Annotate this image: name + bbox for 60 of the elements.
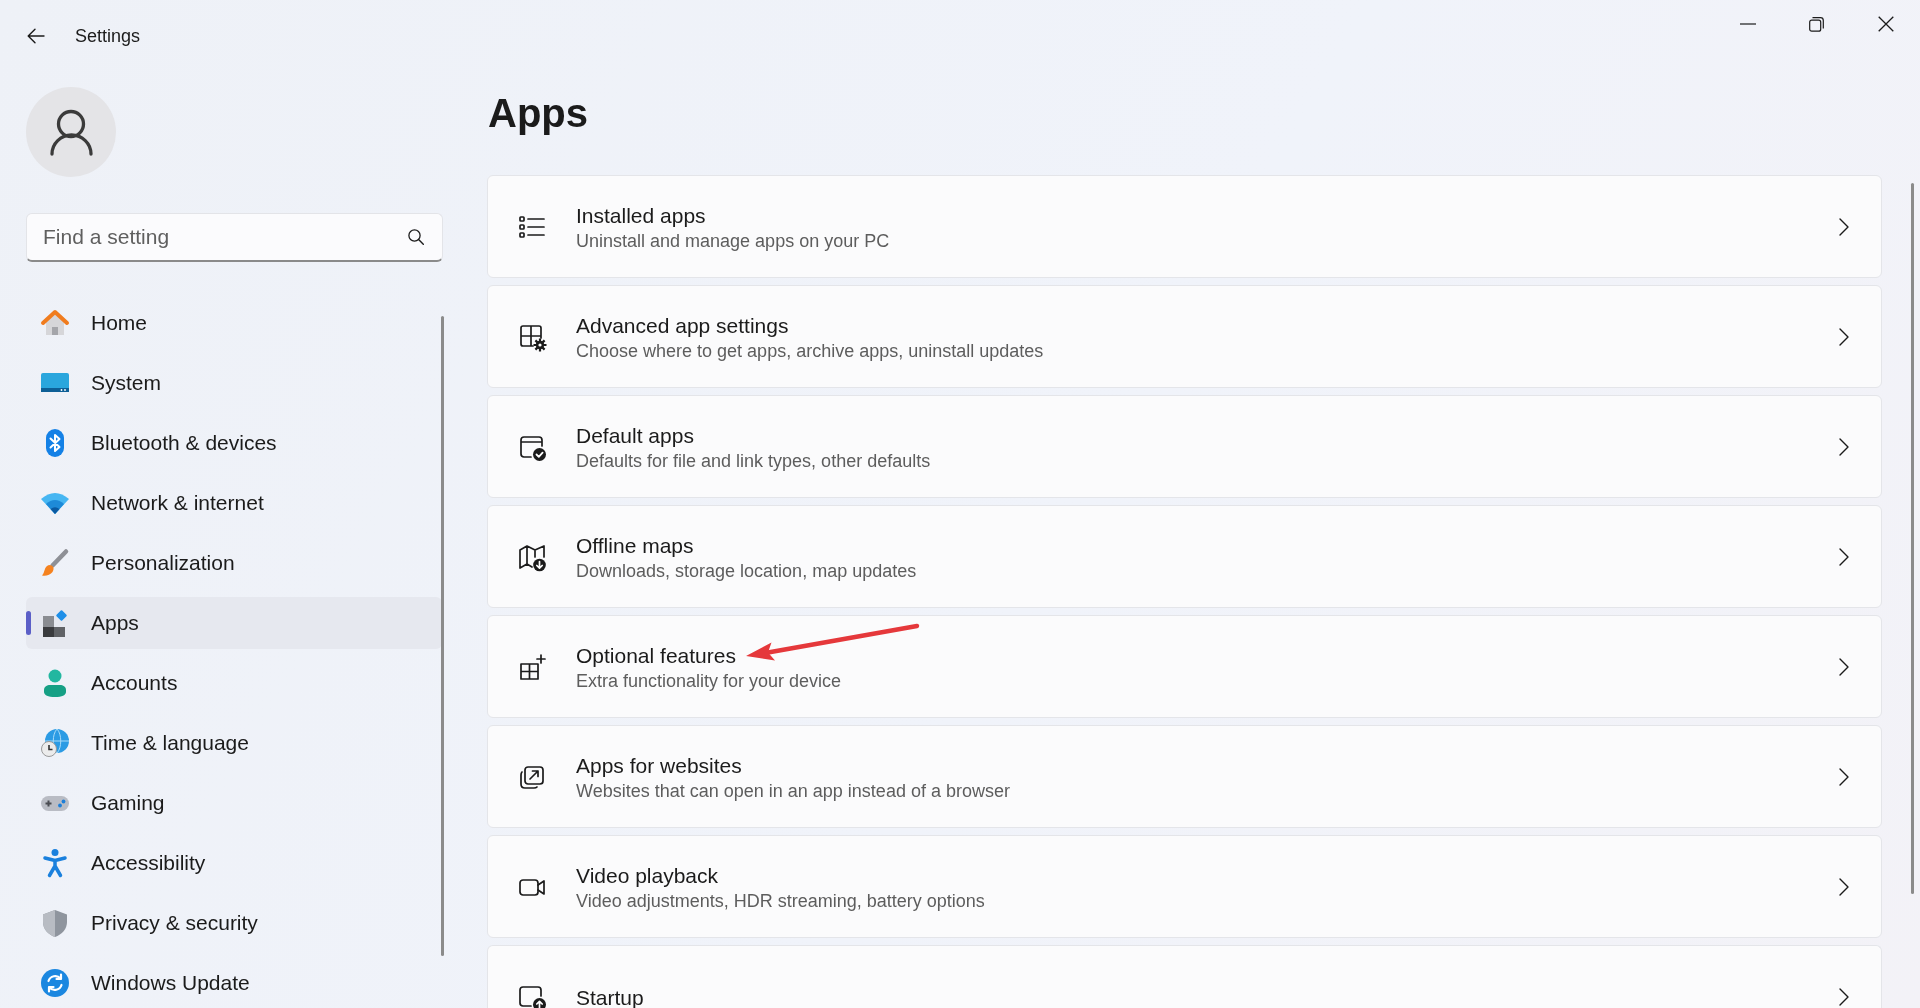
setting-card[interactable]: Offline maps Downloads, storage location, map updates (487, 505, 1882, 608)
grid-plus-icon (517, 651, 547, 682)
paintbrush-icon (40, 548, 70, 578)
nav-item[interactable]: Home (26, 297, 442, 349)
chevron-icon (1839, 327, 1849, 346)
nav-item[interactable]: Privacy & security (26, 897, 442, 949)
sync-icon (40, 968, 70, 998)
apps-grid-icon (40, 608, 70, 638)
card-title: Default apps (576, 422, 694, 449)
card-title: Apps for websites (576, 752, 742, 779)
card-title: Advanced app settings (576, 312, 789, 339)
setting-card[interactable]: Advanced app settings Choose where to get apps, archive apps, uninstall updates (487, 285, 1882, 388)
window-title: Settings (75, 25, 141, 47)
chevron-icon (1839, 877, 1849, 896)
chevron-icon (1839, 657, 1849, 676)
card-description: Defaults for file and link types, other defaults (576, 449, 931, 473)
scrollbar-thumb[interactable] (1911, 183, 1914, 894)
selection-indicator (26, 611, 31, 635)
card-title: Offline maps (576, 532, 694, 559)
avatar-icon (26, 87, 116, 177)
chevron-icon (1839, 547, 1849, 566)
setting-card[interactable]: Installed apps Uninstall and manage apps on your PC (487, 175, 1882, 278)
back-arrow-icon (27, 28, 45, 44)
chevron-icon (1839, 987, 1849, 1006)
nav-item[interactable]: Time & language (26, 717, 442, 769)
card-description: Video adjustments, HDR streaming, battery options (576, 889, 985, 913)
page-title: Apps (488, 90, 588, 137)
setting-card[interactable]: Optional features Extra functionality for your device (487, 615, 1882, 718)
nav-item[interactable]: Accessibility (26, 837, 442, 889)
search-icon (408, 229, 424, 245)
card-title: Video playback (576, 862, 719, 889)
restore-icon (1809, 16, 1824, 32)
accessibility-figure-icon (40, 848, 70, 878)
chevron-icon (1839, 437, 1849, 456)
setting-card[interactable]: Video playback Video adjustments, HDR streaming, battery options (487, 835, 1882, 938)
card-description: Choose where to get apps, archive apps, uninstall updates (576, 339, 1044, 363)
nav-item[interactable]: Windows Update (26, 957, 442, 1008)
nav-item[interactable]: System (26, 357, 442, 409)
close-icon (1877, 16, 1894, 32)
nav-item[interactable]: Accounts (26, 657, 442, 709)
card-description: Extra functionality for your device (576, 669, 842, 693)
shield-icon (40, 908, 70, 938)
chevron-icon (1839, 217, 1849, 236)
card-title: Optional features (576, 642, 736, 669)
card-description: Uninstall and manage apps on your PC (576, 229, 890, 253)
scrollbar-thumb[interactable] (441, 316, 444, 956)
chevron-icon (1839, 767, 1849, 786)
minimize-icon (1739, 23, 1756, 25)
home-icon (40, 308, 70, 338)
nav-item[interactable]: Apps (26, 597, 442, 649)
card-title: Startup (576, 984, 644, 1008)
search-field[interactable]: Find a setting (26, 213, 443, 262)
card-title: Installed apps (576, 202, 706, 229)
globe-clock-icon (40, 728, 70, 758)
card-description: Websites that can open in an app instead of a browser (576, 779, 1010, 803)
setting-card[interactable]: Startup (487, 945, 1882, 1008)
setting-card[interactable]: Default apps Defaults for file and link types, other defaults (487, 395, 1882, 498)
setting-card[interactable]: Apps for websites Websites that can open in an app instead of a browser (487, 725, 1882, 828)
card-description: Downloads, storage location, map updates (576, 559, 917, 583)
nav-item[interactable]: Personalization (26, 537, 442, 589)
